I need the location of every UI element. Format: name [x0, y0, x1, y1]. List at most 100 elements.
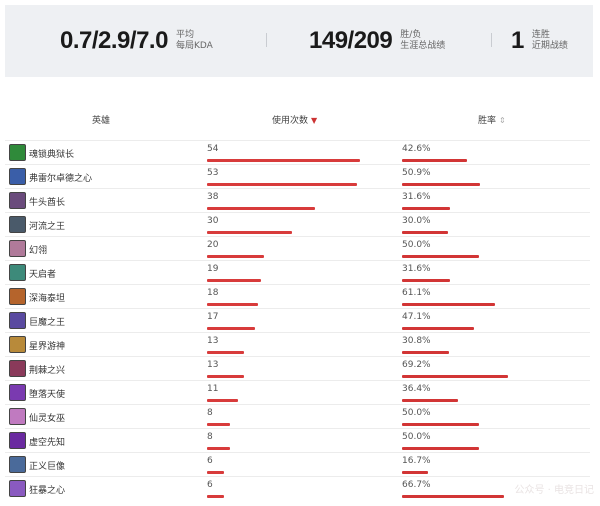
hero-name[interactable]: 深海泰坦	[29, 291, 65, 304]
uses-count: 20	[207, 240, 219, 250]
table-row[interactable]: 仙灵女巫 8 50.0%	[5, 404, 590, 428]
hero-name[interactable]: 星界游神	[29, 339, 65, 352]
hero-portrait-icon	[9, 432, 26, 449]
hero-portrait-icon	[9, 288, 26, 305]
uses-count: 19	[207, 264, 219, 274]
record-label-top: 胜/负	[400, 30, 422, 40]
uses-bar	[207, 375, 244, 378]
winrate-value: 66.7%	[402, 480, 431, 490]
uses-bar	[207, 231, 292, 234]
uses-count: 38	[207, 192, 219, 202]
uses-bar	[207, 207, 315, 210]
winrate-value: 69.2%	[402, 360, 431, 370]
hero-portrait-icon	[9, 144, 26, 161]
table-row[interactable]: 牛头酋长 38 31.6%	[5, 188, 590, 212]
record-stat: 149/209 胜/负 生涯总战绩	[309, 5, 445, 77]
hero-name[interactable]: 河流之王	[29, 219, 65, 232]
table-row[interactable]: 堕落天使 11 36.4%	[5, 380, 590, 404]
uses-bar	[207, 471, 224, 474]
uses-bar	[207, 279, 261, 282]
hero-portrait-icon	[9, 168, 26, 185]
hero-name[interactable]: 牛头酋长	[29, 195, 65, 208]
hero-name[interactable]: 虚空先知	[29, 435, 65, 448]
winrate-value: 61.1%	[402, 288, 431, 298]
uses-count: 8	[207, 408, 213, 418]
hero-name[interactable]: 幻翎	[29, 243, 47, 256]
uses-bar	[207, 255, 264, 258]
table-row[interactable]: 魂锁典狱长 54 42.6%	[5, 140, 590, 164]
table-row[interactable]: 星界游神 13 30.8%	[5, 332, 590, 356]
table-row[interactable]: 荆棘之兴 13 69.2%	[5, 356, 590, 380]
winrate-value: 47.1%	[402, 312, 431, 322]
hero-portrait-icon	[9, 360, 26, 377]
winrate-bar	[402, 447, 479, 450]
winrate-header-label: 胜率	[478, 116, 497, 126]
uses-count: 11	[207, 384, 219, 394]
hero-name[interactable]: 仙灵女巫	[29, 411, 65, 424]
winrate-bar	[402, 255, 479, 258]
winrate-bar	[402, 183, 480, 186]
winrate-bar	[402, 351, 449, 354]
hero-name[interactable]: 天启者	[29, 267, 56, 280]
uses-bar	[207, 447, 230, 450]
winrate-bar	[402, 423, 479, 426]
uses-bar	[207, 399, 238, 402]
uses-bar	[207, 423, 230, 426]
table-row[interactable]: 虚空先知 8 50.0%	[5, 428, 590, 452]
divider	[491, 33, 492, 47]
streak-labels: 连胜 近期战绩	[532, 30, 568, 52]
table-row[interactable]: 幻翎 20 50.0%	[5, 236, 590, 260]
table-row[interactable]: 正义巨像 6 16.7%	[5, 452, 590, 476]
winrate-value: 50.9%	[402, 168, 431, 178]
record-labels: 胜/负 生涯总战绩	[400, 30, 445, 52]
stats-summary-bar: 0.7/2.9/7.0 平均 每局KDA 149/209 胜/负 生涯总战绩 1…	[5, 5, 593, 77]
sort-desc-icon[interactable]: ▼	[311, 116, 317, 125]
hero-portrait-icon	[9, 336, 26, 353]
winrate-bar	[402, 399, 458, 402]
winrate-value: 31.6%	[402, 192, 431, 202]
hero-name[interactable]: 魂锁典狱长	[29, 147, 74, 160]
sort-toggle-icon[interactable]: ⇕	[499, 116, 506, 125]
winrate-bar	[402, 159, 467, 162]
streak-label-top: 连胜	[531, 30, 550, 40]
uses-count: 13	[207, 336, 219, 346]
column-header-hero[interactable]: 英雄	[92, 113, 110, 126]
winrate-bar	[402, 327, 474, 330]
column-header-winrate[interactable]: 胜率 ⇕	[478, 113, 506, 126]
table-row[interactable]: 巨魔之王 17 47.1%	[5, 308, 590, 332]
hero-portrait-icon	[9, 264, 26, 281]
hero-name[interactable]: 正义巨像	[29, 459, 65, 472]
hero-portrait-icon	[9, 408, 26, 425]
hero-portrait-icon	[9, 216, 26, 233]
winrate-bar	[402, 495, 504, 498]
uses-bar	[207, 495, 224, 498]
winrate-bar	[402, 231, 448, 234]
record-label-bottom: 生涯总战绩	[400, 41, 446, 51]
kda-value: 0.7/2.9/7.0	[60, 27, 168, 54]
uses-count: 6	[207, 456, 213, 466]
hero-portrait-icon	[9, 456, 26, 473]
hero-portrait-icon	[9, 312, 26, 329]
uses-count: 6	[207, 480, 213, 490]
uses-count: 18	[207, 288, 219, 298]
hero-name[interactable]: 荆棘之兴	[29, 363, 65, 376]
table-row[interactable]: 天启者 19 31.6%	[5, 260, 590, 284]
hero-name[interactable]: 堕落天使	[29, 387, 65, 400]
uses-count: 30	[207, 216, 219, 226]
uses-bar	[207, 351, 244, 354]
winrate-value: 50.0%	[402, 408, 431, 418]
hero-name[interactable]: 巨魔之王	[29, 315, 65, 328]
table-row[interactable]: 深海泰坦 18 61.1%	[5, 284, 590, 308]
winrate-value: 50.0%	[402, 432, 431, 442]
table-row[interactable]: 狂暴之心 6 66.7%	[5, 476, 590, 500]
winrate-bar	[402, 303, 495, 306]
uses-count: 8	[207, 432, 213, 442]
kda-stat: 0.7/2.9/7.0 平均 每局KDA	[60, 5, 213, 77]
winrate-bar	[402, 471, 428, 474]
column-header-uses[interactable]: 使用次数 ▼	[272, 113, 317, 126]
table-row[interactable]: 河流之王 30 30.0%	[5, 212, 590, 236]
table-row[interactable]: 弗雷尔卓德之心 53 50.9%	[5, 164, 590, 188]
watermark: 公众号 · 电竞日记	[514, 485, 594, 496]
hero-name[interactable]: 弗雷尔卓德之心	[29, 171, 92, 184]
hero-name[interactable]: 狂暴之心	[29, 483, 65, 496]
